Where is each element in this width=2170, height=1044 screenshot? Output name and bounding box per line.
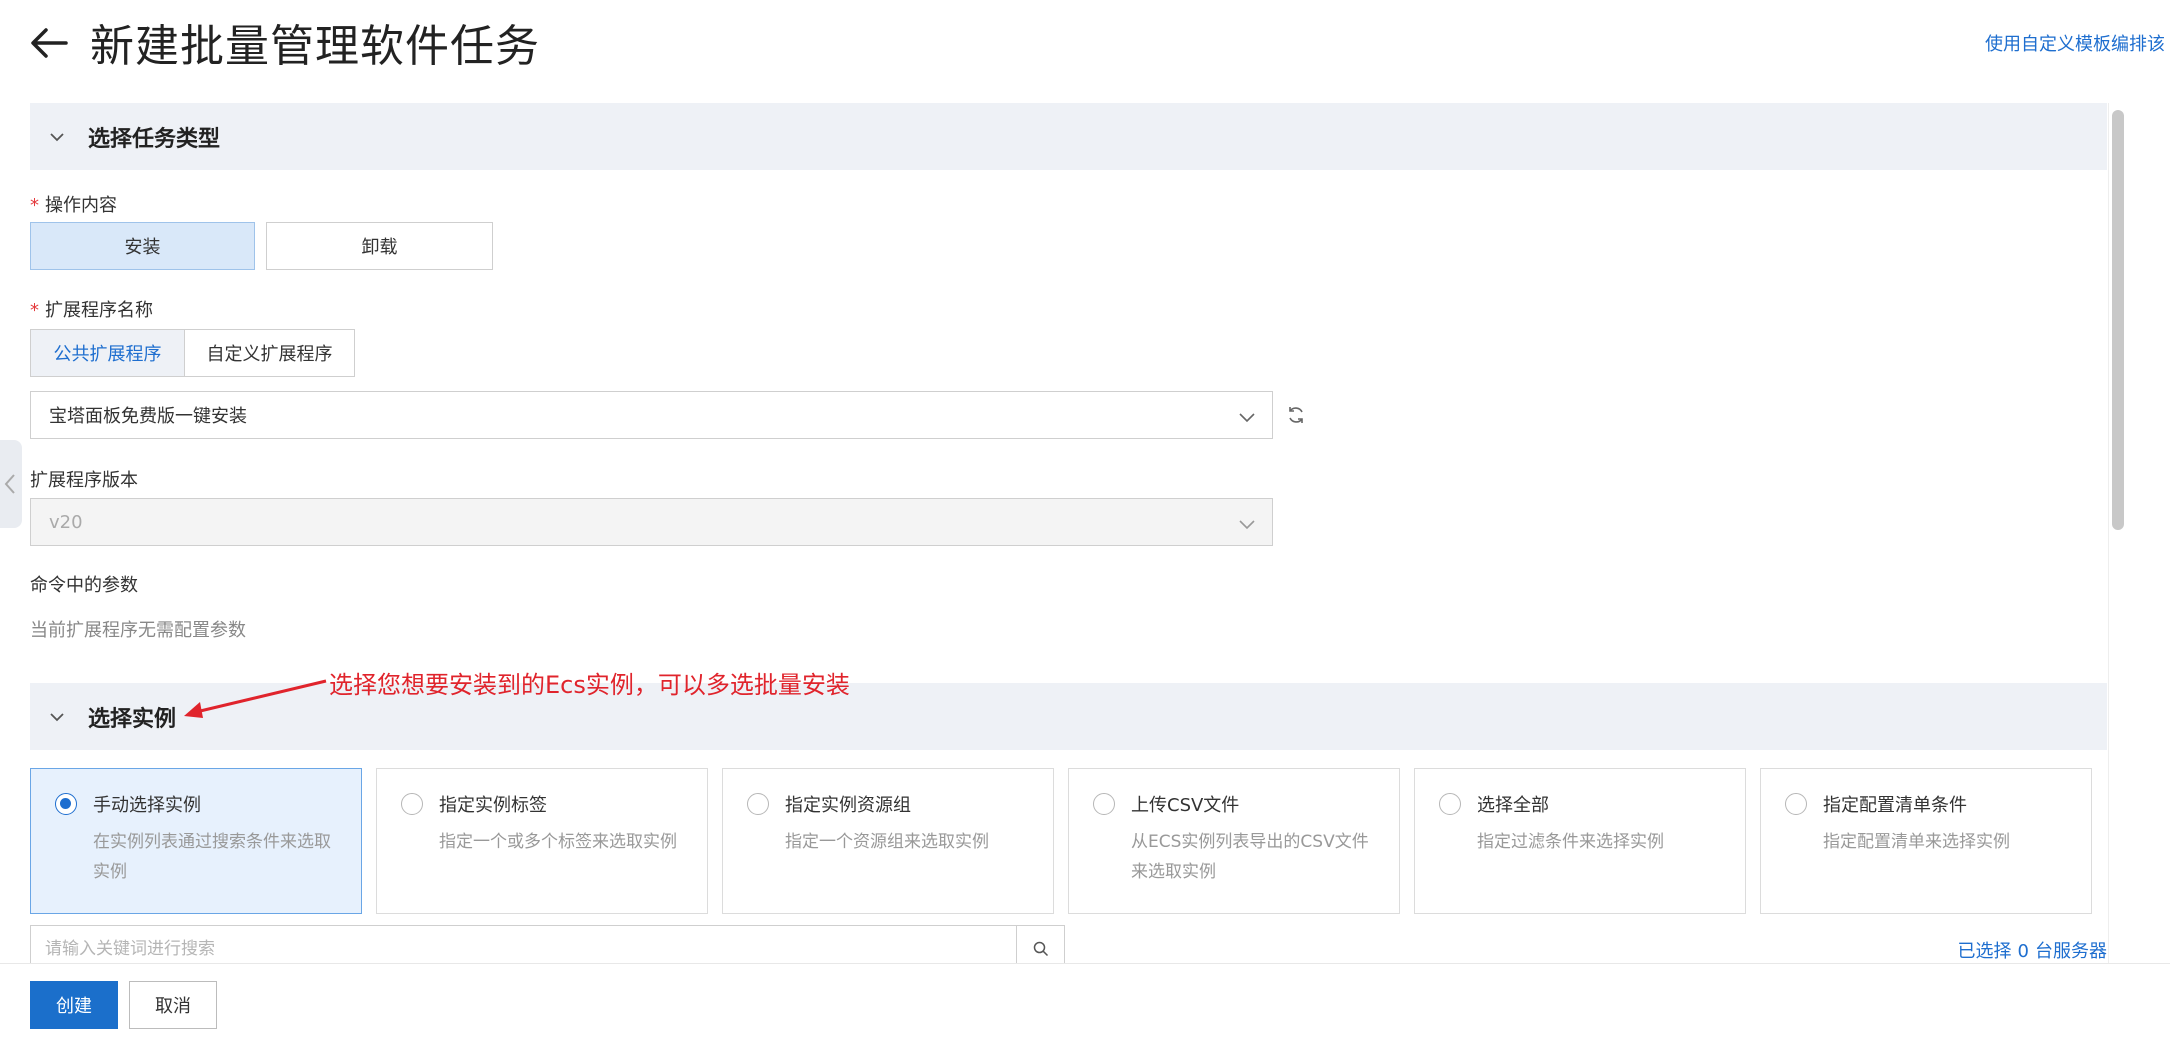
extension-name-label: * 扩展程序名称 <box>30 300 153 321</box>
operation-label: * 操作内容 <box>30 195 117 216</box>
footer-bar: 创建 取消 <box>0 963 2170 1044</box>
instance-option-resource-group[interactable]: 指定实例资源组 指定一个资源组来选取实例 <box>722 768 1054 914</box>
card-description: 指定过滤条件来选择实例 <box>1477 832 1664 852</box>
back-arrow-icon[interactable] <box>28 22 70 64</box>
radio-button[interactable] <box>55 793 77 815</box>
tab-custom-extension[interactable]: 自定义扩展程序 <box>184 329 355 377</box>
instance-option-manual[interactable]: 手动选择实例 在实例列表通过搜索条件来选取实例 <box>30 768 362 914</box>
card-description: 指定配置清单来选择实例 <box>1823 832 2010 852</box>
selected-server-count[interactable]: 已选择 0 台服务器 <box>1958 937 2107 963</box>
radio-button[interactable] <box>1785 793 1807 815</box>
card-title: 上传CSV文件 <box>1131 795 1240 816</box>
annotation-arrow-icon <box>184 679 327 718</box>
section-header-task-type[interactable]: 选择任务类型 <box>30 103 2107 170</box>
card-description: 从ECS实例列表导出的CSV文件来选取实例 <box>1131 832 1369 882</box>
chevron-down-icon <box>1239 413 1255 423</box>
search-icon <box>1033 941 1048 957</box>
instance-option-all[interactable]: 选择全部 指定过滤条件来选择实例 <box>1414 768 1746 914</box>
install-option[interactable]: 安装 <box>30 222 255 270</box>
chevron-down-icon <box>1239 520 1255 530</box>
side-collapse-handle[interactable] <box>0 440 22 528</box>
extension-select[interactable]: 宝塔面板免费版一键安装 <box>30 391 1273 439</box>
extension-version-label: 扩展程序版本 <box>30 470 138 491</box>
chevron-down-icon <box>50 132 64 141</box>
search-button[interactable] <box>1016 926 1064 963</box>
form-content: 选择任务类型 * 操作内容 安装 卸载 * 扩展程序名称 公共扩展程序 自定义扩展程… <box>30 103 2107 963</box>
create-button[interactable]: 创建 <box>30 981 118 1029</box>
extension-version-value: v20 <box>49 511 83 533</box>
section-title: 选择任务类型 <box>88 126 221 152</box>
radio-button[interactable] <box>747 793 769 815</box>
search-input[interactable] <box>31 926 1018 963</box>
uninstall-option[interactable]: 卸载 <box>266 222 493 270</box>
radio-button[interactable] <box>1093 793 1115 815</box>
instance-option-tags[interactable]: 指定实例标签 指定一个或多个标签来选取实例 <box>376 768 708 914</box>
chevron-left-icon <box>4 474 15 494</box>
custom-template-link[interactable]: 使用自定义模板编排该 <box>1985 30 2170 56</box>
card-description: 指定一个或多个标签来选取实例 <box>439 832 677 852</box>
instance-option-csv[interactable]: 上传CSV文件 从ECS实例列表导出的CSV文件来选取实例 <box>1068 768 1400 914</box>
card-description: 在实例列表通过搜索条件来选取实例 <box>93 832 331 882</box>
section-title: 选择实例 <box>88 706 177 732</box>
instance-search <box>30 925 1065 963</box>
refresh-icon[interactable] <box>1286 405 1306 425</box>
scrollbar-thumb[interactable] <box>2112 110 2124 530</box>
extension-version-select: v20 <box>30 498 1273 546</box>
annotation-text: 选择您想要安装到的Ecs实例，可以多选批量安装 <box>329 671 850 699</box>
card-title: 指定实例资源组 <box>785 795 911 816</box>
page-title: 新建批量管理软件任务 <box>90 21 540 72</box>
extension-select-value: 宝塔面板免费版一键安装 <box>49 406 247 427</box>
page: 新建批量管理软件任务 使用自定义模板编排该 选择任务类型 * 操作内容 安装 卸载… <box>0 0 2170 1044</box>
command-params-hint: 当前扩展程序无需配置参数 <box>30 620 246 641</box>
command-params-label: 命令中的参数 <box>30 575 138 596</box>
card-description: 指定一个资源组来选取实例 <box>785 832 989 852</box>
card-title: 指定实例标签 <box>439 795 547 816</box>
tab-public-extension[interactable]: 公共扩展程序 <box>30 329 185 377</box>
chevron-down-icon <box>50 712 64 721</box>
cancel-button[interactable]: 取消 <box>129 981 217 1029</box>
radio-button[interactable] <box>1439 793 1461 815</box>
scrollbar[interactable] <box>2108 103 2126 963</box>
card-title: 指定配置清单条件 <box>1823 795 1967 816</box>
required-mark: * <box>30 300 39 321</box>
instance-option-inventory[interactable]: 指定配置清单条件 指定配置清单来选择实例 <box>1760 768 2092 914</box>
required-mark: * <box>30 195 39 216</box>
radio-button[interactable] <box>401 793 423 815</box>
card-title: 手动选择实例 <box>93 795 201 816</box>
card-title: 选择全部 <box>1477 795 1549 816</box>
